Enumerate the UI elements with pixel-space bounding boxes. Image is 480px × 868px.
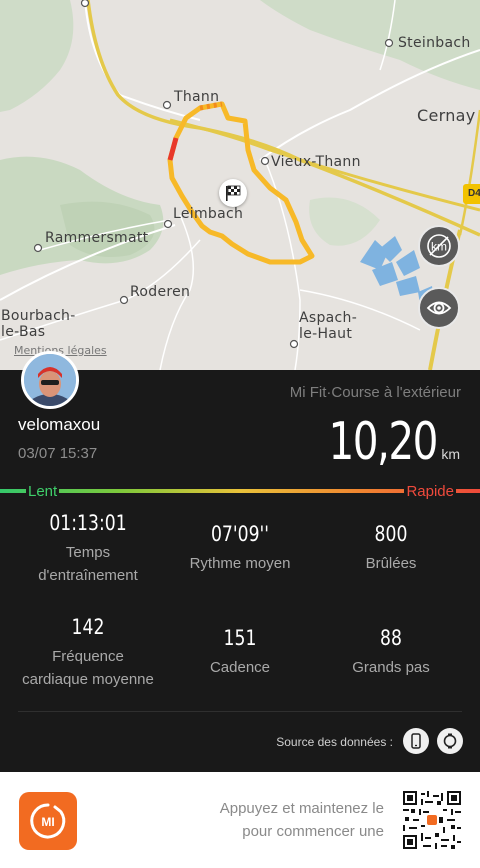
banner-text: Appuyez et maintenez le pour commencer u… [219,800,384,840]
place-label-cernay: Cernay [417,106,476,125]
place-label-steinbach: Steinbach [398,35,471,51]
distance-value: 10,20 [329,412,439,472]
stat-value: 142 [71,615,105,639]
place-label-rammersmatt: Rammersmatt [45,230,149,246]
stat-label: Brûlées [365,555,417,572]
workout-datetime: 03/07 15:37 [18,445,98,462]
stat-label: Cadence [209,659,271,676]
place-label-aspach: Aspach- le-Haut [299,310,358,342]
stat-calories: 800 Brûlées [311,522,471,575]
place-label-vieux-thann: Vieux-Thann [271,154,361,170]
stat-stride: 88 Grands pas [311,626,471,679]
stat-label: Grands pas [352,659,430,676]
km-markers-toggle-button[interactable]: km [418,225,460,267]
distance-display: 10,20 km [298,412,460,472]
share-banner: MI Appuyez et maintenez le pour commence… [0,772,480,868]
km-markers-off-icon: km [427,234,451,258]
speed-legend-fast: Rapide [404,483,456,500]
data-source-label: Source des données : [276,735,393,749]
username: velomaxou [18,415,101,434]
place-label-roderen: Roderen [130,284,191,300]
stat-label: Temps d'entraînement [38,544,138,584]
stat-value: 07'09'' [210,522,270,546]
place-label-thann: Thann [174,89,220,105]
stat-cadence: 151 Cadence [160,626,320,679]
watch-icon[interactable] [437,728,463,754]
road-number-badge: D4 [463,184,480,204]
mi-logo-icon: MI [19,792,77,850]
eye-icon [426,301,452,315]
stat-value: 151 [223,626,257,650]
stat-label: Fréquence cardiaque moyenne [22,648,154,688]
phone-icon[interactable] [403,728,429,754]
route-map[interactable]: Steinbach Cernay Thann Vieux-Thann Leimb… [0,0,480,370]
place-label-leimbach: Leimbach [173,206,244,222]
stat-training-time: 01:13:01 Temps d'entraînement [8,511,168,587]
qr-code-icon [403,791,461,849]
stat-average-pace: 07'09'' Rythme moyen [160,522,320,575]
stat-value: 88 [380,626,402,650]
avatar[interactable] [21,351,79,409]
divider [18,711,462,712]
stat-label: Rythme moyen [189,555,291,572]
visibility-toggle-button[interactable] [418,287,460,329]
activity-type: Mi Fit·Course à l'extérieur [289,384,461,401]
distance-unit: km [441,446,460,462]
stat-value: 01:13:01 [49,511,127,535]
finish-flag-icon [219,179,247,207]
svg-text:MI: MI [41,815,54,829]
speed-legend-slow: Lent [26,483,60,500]
place-label-bourbach: Bourbach- le-Bas [1,308,76,340]
stat-value: 800 [374,522,408,546]
stat-average-heart-rate: 142 Fréquence cardiaque moyenne [8,615,168,691]
